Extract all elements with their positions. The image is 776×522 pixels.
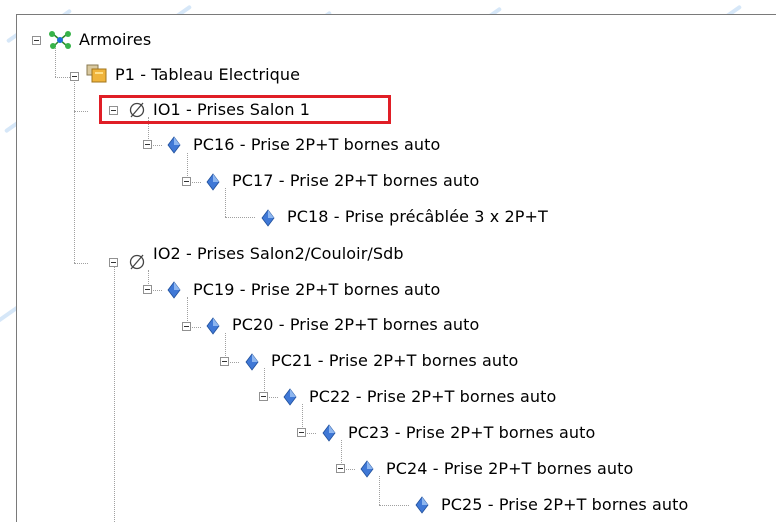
collapse-toggle-pc23[interactable]	[297, 428, 306, 437]
point-icon	[206, 317, 220, 335]
tree-node-io2[interactable]: IO2 - Prises Salon2/Couloir/Sdb	[153, 244, 404, 263]
point-icon	[245, 353, 259, 371]
collapse-toggle-pc22[interactable]	[259, 392, 268, 401]
point-icon	[283, 388, 297, 406]
empty-set-icon	[129, 254, 145, 270]
point-icon	[415, 496, 429, 514]
tree-node-armoires[interactable]: Armoires	[79, 30, 151, 49]
collapse-toggle-io1[interactable]	[109, 106, 118, 115]
tree-node-pc24[interactable]: PC24 - Prise 2P+T bornes auto	[386, 459, 633, 478]
tree-node-pc16[interactable]: PC16 - Prise 2P+T bornes auto	[193, 135, 440, 154]
collapse-toggle-pc20[interactable]	[182, 322, 191, 331]
collapse-toggle-pc16[interactable]	[143, 140, 152, 149]
collapse-toggle-cabinet[interactable]	[70, 72, 79, 81]
tree-node-pc19[interactable]: PC19 - Prise 2P+T bornes auto	[193, 280, 440, 299]
point-icon	[322, 424, 336, 442]
tree-node-io1[interactable]: IO1 - Prises Salon 1	[153, 100, 310, 119]
collapse-toggle-pc24[interactable]	[336, 464, 345, 473]
tree-node-pc21[interactable]: PC21 - Prise 2P+T bornes auto	[271, 351, 518, 370]
tree-view[interactable]: Armoires P1 - Tableau Electrique IO1 - P…	[16, 14, 776, 522]
tree-node-pc22[interactable]: PC22 - Prise 2P+T bornes auto	[309, 387, 556, 406]
collapse-toggle-root[interactable]	[32, 36, 41, 45]
point-icon	[261, 209, 275, 227]
tree-node-pc23[interactable]: PC23 - Prise 2P+T bornes auto	[348, 423, 595, 442]
tree-node-pc20[interactable]: PC20 - Prise 2P+T bornes auto	[232, 315, 479, 334]
collapse-toggle-pc17[interactable]	[182, 177, 191, 186]
collapse-toggle-pc21[interactable]	[220, 357, 229, 366]
empty-set-icon	[129, 102, 145, 118]
tree-node-pc25[interactable]: PC25 - Prise 2P+T bornes auto	[441, 495, 688, 514]
point-icon	[206, 173, 220, 191]
cabinet-icon	[86, 64, 107, 83]
tree-node-cabinet[interactable]: P1 - Tableau Electrique	[115, 65, 300, 84]
collapse-toggle-pc19[interactable]	[143, 285, 152, 294]
tree-node-pc18[interactable]: PC18 - Prise précâblée 3 x 2P+T	[287, 207, 548, 226]
point-icon	[167, 136, 181, 154]
point-icon	[167, 281, 181, 299]
point-icon	[360, 460, 374, 478]
collapse-toggle-io2[interactable]	[109, 258, 118, 267]
network-icon	[49, 31, 71, 49]
tree-node-pc17[interactable]: PC17 - Prise 2P+T bornes auto	[232, 171, 479, 190]
